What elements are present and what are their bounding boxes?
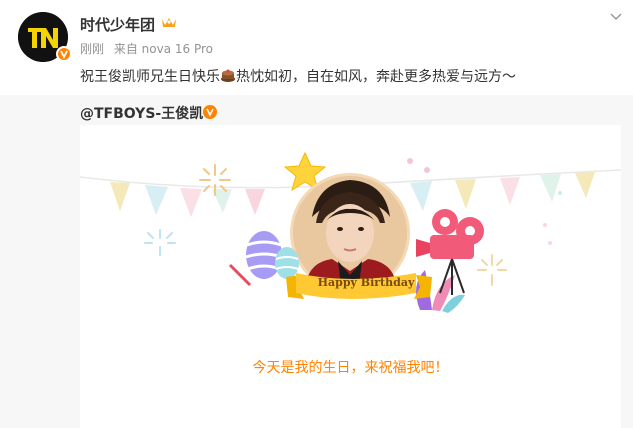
birthday-message[interactable]: 今天是我的生日，来祝福我吧！ <box>80 357 621 377</box>
cake-emoji-icon <box>221 69 235 82</box>
repost-container[interactable]: @TFBOYS-王俊凯 Happy Birthday 今天是我的生日，来祝福我吧… <box>0 95 633 428</box>
weibo-post: 时代少年团 刚刚 来自 nova 16 Pro 祝王俊凯师兄生日快乐 热忱如初，… <box>0 0 633 428</box>
post-text-main: 祝王俊凯师兄生日快乐 <box>80 69 220 85</box>
author-name[interactable]: 时代少年团 <box>80 14 155 35</box>
post-meta: 刚刚 来自 nova 16 Pro <box>80 40 219 57</box>
happy-birthday-banner: Happy Birthday <box>317 276 415 289</box>
post-time[interactable]: 刚刚 <box>80 42 104 56</box>
crown-icon <box>162 18 176 27</box>
post-source: 来自 nova 16 Pro <box>113 42 213 56</box>
post-text-tail: 热忱如初，自在如风，奔赴更多热爱与远方～ <box>236 69 516 85</box>
repost-author[interactable]: @TFBOYS-王俊凯 <box>80 103 203 123</box>
birthday-card[interactable]: Happy Birthday 今天是我的生日，来祝福我吧！ <box>80 125 621 428</box>
post-text: 祝王俊凯师兄生日快乐 热忱如初，自在如风，奔赴更多热爱与远方～ <box>80 66 516 86</box>
chevron-down-icon[interactable] <box>609 10 623 24</box>
verified-badge-icon <box>56 46 72 62</box>
repost-verified-badge-icon <box>203 105 217 119</box>
